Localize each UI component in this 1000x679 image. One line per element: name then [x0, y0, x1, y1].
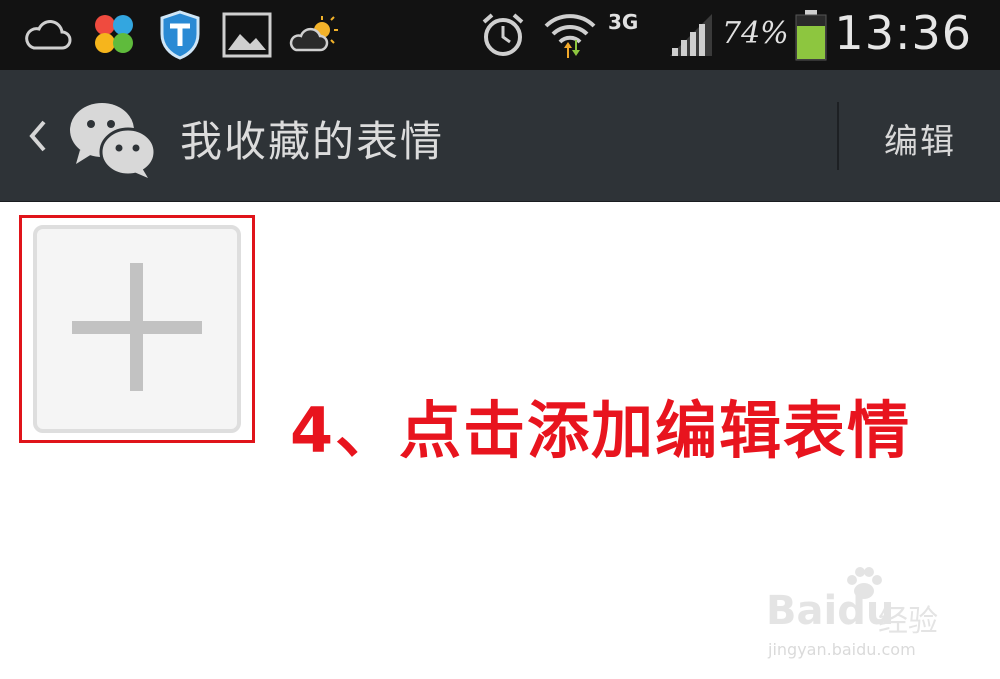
wifi-icon [544, 14, 596, 58]
watermark-url: jingyan.baidu.com [768, 640, 916, 659]
cloud-icon [25, 20, 72, 50]
gallery-icon [222, 12, 272, 58]
battery-percent: 74% [722, 16, 789, 51]
page-title: 我收藏的表情 [180, 117, 445, 166]
clock: 13:36 [834, 6, 972, 60]
alarm-icon [482, 13, 524, 56]
battery-icon [795, 10, 827, 61]
wechat-logo-icon[interactable] [66, 98, 158, 180]
shield-app-icon [160, 10, 200, 60]
action-bar: 我收藏的表情 编辑 [0, 70, 1000, 202]
edit-button[interactable]: 编辑 [884, 114, 956, 163]
instruction-annotation: 4、点击添加编辑表情 [290, 394, 912, 467]
status-bar: 3G 74% 13:36 [0, 0, 1000, 70]
action-divider [837, 102, 839, 170]
plus-icon-vertical [130, 263, 143, 391]
signal-icon [670, 14, 712, 56]
baidu-watermark: Baidu 经验 jingyan.baidu.com [760, 566, 960, 666]
watermark-cn: 经验 [878, 604, 938, 639]
watermark-brand: Baidu [766, 588, 895, 634]
network-type: 3G [608, 10, 639, 34]
weather-icon [289, 16, 338, 52]
back-chevron-icon[interactable] [22, 116, 52, 156]
clover-app-icon [95, 15, 133, 53]
